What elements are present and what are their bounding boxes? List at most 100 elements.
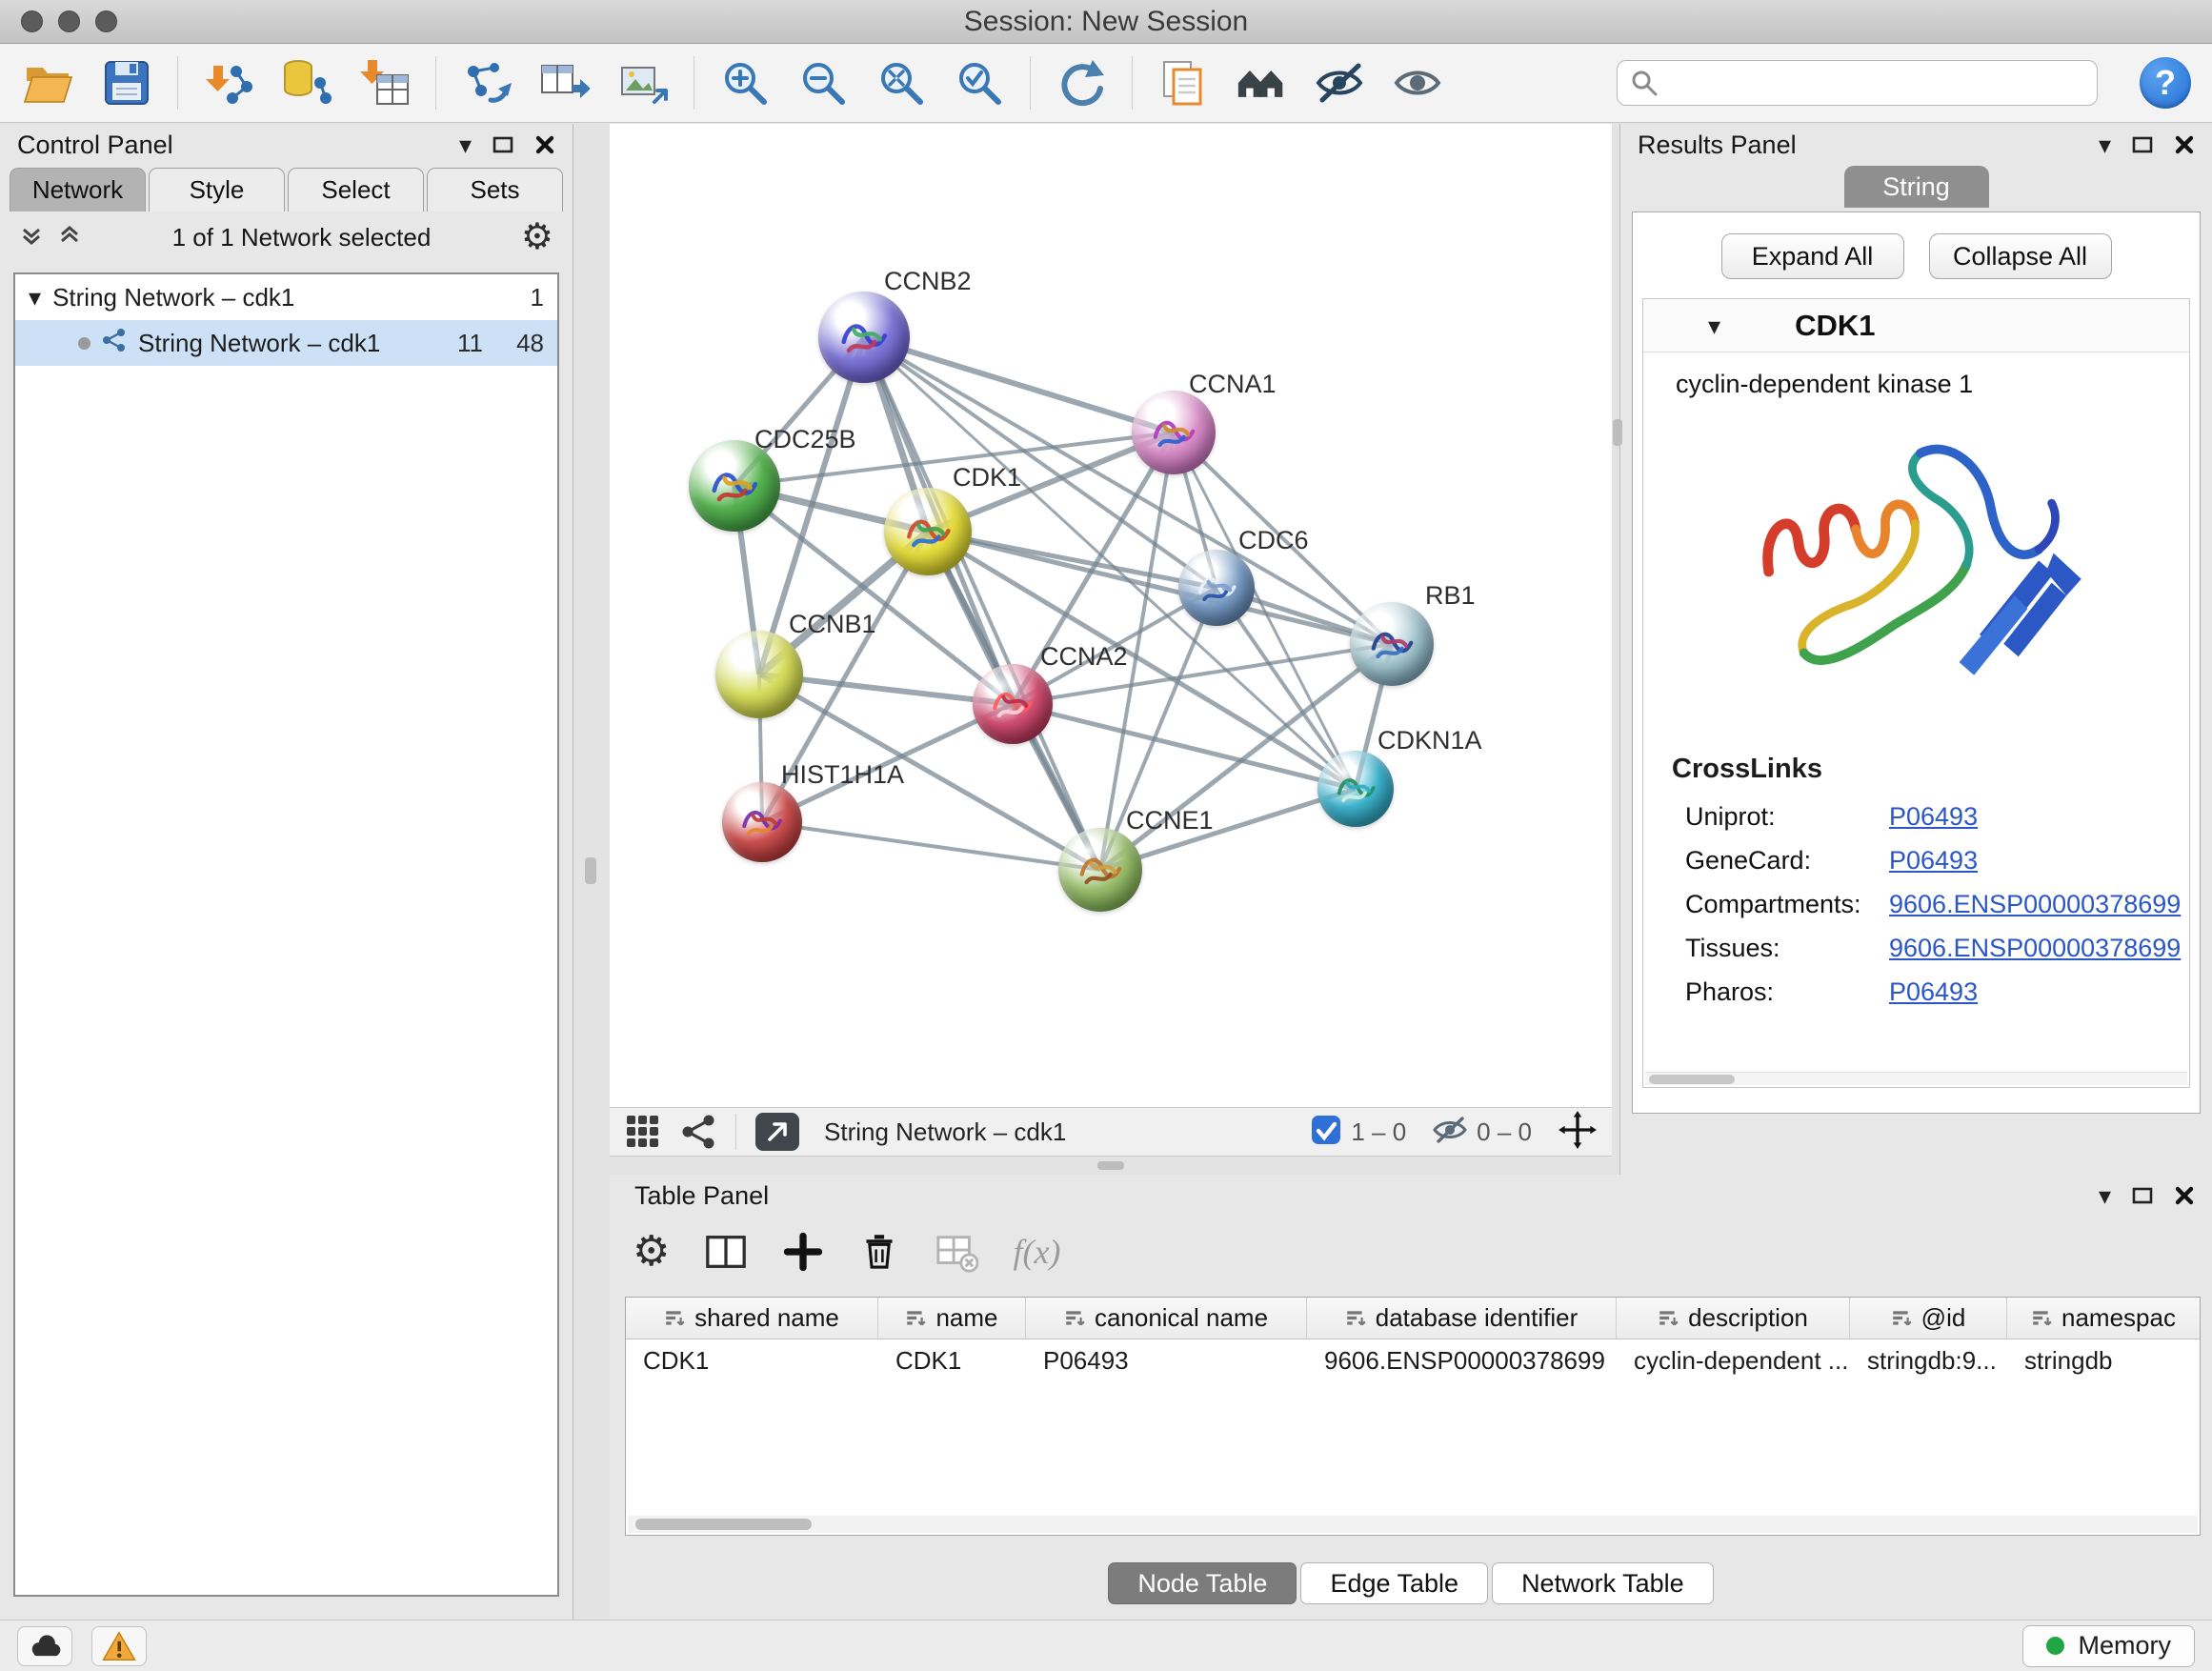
column-header-database-identifier[interactable]: database identifier	[1307, 1298, 1617, 1339]
crosslink-value[interactable]: P06493	[1889, 802, 1978, 832]
close-panel-icon[interactable]	[2174, 134, 2195, 155]
show-columns-icon[interactable]	[704, 1230, 748, 1274]
save-session-button[interactable]	[99, 55, 154, 111]
zoom-out-button[interactable]	[795, 55, 851, 111]
column-header-description[interactable]: description	[1617, 1298, 1850, 1339]
table-cell[interactable]: 9606.ENSP00000378699	[1307, 1346, 1617, 1376]
panel-menu-icon[interactable]: ▾	[459, 132, 472, 157]
zoom-fit-button[interactable]	[874, 55, 929, 111]
import-table-file-button[interactable]	[357, 55, 412, 111]
crosslink-value[interactable]: P06493	[1889, 846, 1978, 876]
section-expand-icon[interactable]: ▾	[1708, 313, 1720, 338]
float-panel-icon[interactable]	[2132, 1187, 2153, 1204]
network-node-ccnb1[interactable]	[715, 631, 803, 718]
network-node-ccnb2[interactable]	[818, 292, 910, 383]
export-image-button[interactable]	[615, 55, 671, 111]
table-cell[interactable]: cyclin-dependent ...	[1617, 1346, 1850, 1376]
panel-menu-icon[interactable]: ▾	[2099, 132, 2111, 157]
documents-button[interactable]	[1156, 55, 1211, 111]
pan-crosshair-icon[interactable]	[1558, 1111, 1597, 1154]
tab-select[interactable]: Select	[288, 168, 424, 211]
gear-icon[interactable]: ⚙	[521, 219, 553, 255]
results-scrollbar[interactable]	[1645, 1072, 2187, 1085]
apply-layout-button[interactable]	[1054, 55, 1109, 111]
selected-checkbox-icon[interactable]	[1311, 1115, 1341, 1150]
column-header-canonical-name[interactable]: canonical name	[1026, 1298, 1307, 1339]
crosslink-value[interactable]: 9606.ENSP00000378699	[1889, 934, 2181, 963]
crosslink-value[interactable]: P06493	[1889, 977, 1978, 1007]
splitter-handle[interactable]	[1613, 419, 1622, 446]
table-cell[interactable]: P06493	[1026, 1346, 1307, 1376]
column-header-namespac[interactable]: namespac	[2007, 1298, 2200, 1339]
tab-network[interactable]: Network	[10, 168, 146, 211]
network-node-cdc6[interactable]	[1178, 550, 1255, 626]
share-network-icon[interactable]	[680, 1114, 716, 1150]
network-collection-row[interactable]: ▾ String Network – cdk1 1	[15, 274, 557, 320]
float-panel-icon[interactable]	[493, 136, 513, 153]
help-button[interactable]: ?	[2140, 57, 2191, 109]
expand-all-icon[interactable]	[57, 223, 82, 252]
hidden-eye-icon[interactable]	[1433, 1116, 1467, 1149]
tab-style[interactable]: Style	[149, 168, 285, 211]
collapse-all-icon[interactable]	[19, 223, 44, 252]
column-header-name[interactable]: name	[878, 1298, 1026, 1339]
table-cell[interactable]: stringdb:9...	[1850, 1346, 2007, 1376]
network-node-ccna1[interactable]	[1132, 391, 1216, 474]
tab-sets[interactable]: Sets	[427, 168, 563, 211]
splitter-handle[interactable]	[585, 857, 596, 884]
warnings-button[interactable]	[91, 1626, 147, 1666]
import-network-file-button[interactable]	[201, 55, 256, 111]
zoom-in-button[interactable]	[717, 55, 773, 111]
crosslink-label: Compartments:	[1685, 890, 1889, 919]
table-settings-gear-icon[interactable]: ⚙	[633, 1231, 670, 1273]
open-session-button[interactable]	[21, 55, 76, 111]
network-from-selection-button[interactable]	[459, 55, 514, 111]
grid-view-icon[interactable]	[625, 1114, 661, 1150]
float-panel-icon[interactable]	[2132, 136, 2153, 153]
table-cell[interactable]: CDK1	[878, 1346, 1026, 1376]
panel-menu-icon[interactable]: ▾	[2099, 1183, 2111, 1208]
network-node-rb1[interactable]	[1350, 602, 1434, 686]
protein-section-header[interactable]: ▾ CDK1	[1643, 299, 2189, 352]
scrollbar-thumb[interactable]	[635, 1519, 812, 1530]
tab-network-table[interactable]: Network Table	[1492, 1562, 1714, 1604]
cloud-button[interactable]	[17, 1626, 72, 1666]
close-panel-icon[interactable]	[534, 134, 555, 155]
export-table-button[interactable]	[537, 55, 593, 111]
search-input[interactable]	[1667, 69, 2083, 98]
delete-column-trash-icon[interactable]	[858, 1231, 900, 1273]
import-network-database-button[interactable]	[279, 55, 334, 111]
network-node-cdkn1a[interactable]	[1317, 751, 1394, 827]
column-header-id[interactable]: @id	[1850, 1298, 2007, 1339]
collection-expand-icon[interactable]: ▾	[29, 285, 41, 310]
homes-button[interactable]	[1234, 55, 1289, 111]
show-graphics-button[interactable]	[1390, 55, 1445, 111]
close-panel-icon[interactable]	[2174, 1185, 2195, 1206]
crosslink-value[interactable]: 9606.ENSP00000378699	[1889, 890, 2181, 919]
zoom-selected-button[interactable]	[952, 55, 1007, 111]
splitter-handle[interactable]	[1097, 1161, 1124, 1170]
network-node-hist1h1a[interactable]	[722, 782, 802, 862]
birdseye-view-button[interactable]	[755, 1113, 799, 1151]
network-canvas[interactable]: CCNB2 CCNA1 CDC25B CDK1 CDC6 RB1CCNB1 CC…	[610, 124, 1612, 1107]
network-node-cdk1[interactable]	[884, 488, 972, 575]
memory-button[interactable]: Memory	[2022, 1625, 2195, 1667]
close-window-button[interactable]	[21, 10, 43, 32]
column-header-shared-name[interactable]: shared name	[626, 1298, 878, 1339]
zoom-window-button[interactable]	[95, 10, 117, 32]
table-row[interactable]: CDK1CDK1P064939606.ENSP00000378699cyclin…	[626, 1339, 2200, 1381]
tab-edge-table[interactable]: Edge Table	[1300, 1562, 1488, 1604]
hide-graphics-button[interactable]	[1312, 55, 1367, 111]
table-cell[interactable]: stringdb	[2007, 1346, 2188, 1376]
table-horizontal-scrollbar[interactable]	[628, 1516, 2198, 1533]
table-cell[interactable]: CDK1	[626, 1346, 878, 1376]
network-node-ccne1[interactable]	[1058, 828, 1142, 912]
tab-string[interactable]: String	[1844, 166, 1989, 208]
minimize-window-button[interactable]	[58, 10, 80, 32]
network-node-ccna2[interactable]	[973, 664, 1053, 744]
collapse-all-button[interactable]: Collapse All	[1929, 233, 2112, 279]
tab-node-table[interactable]: Node Table	[1108, 1562, 1297, 1604]
expand-all-button[interactable]: Expand All	[1721, 233, 1904, 279]
network-item-row[interactable]: String Network – cdk1 11 48	[15, 320, 557, 366]
add-column-icon[interactable]	[782, 1231, 824, 1273]
